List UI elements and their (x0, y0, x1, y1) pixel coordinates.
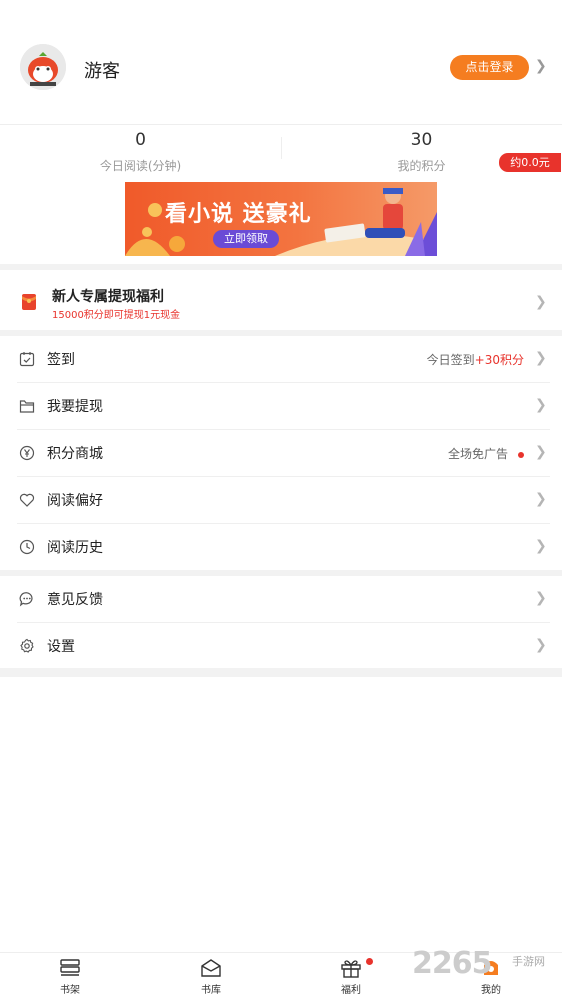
chevron-right-icon: ❯ (535, 294, 547, 310)
tab-library[interactable]: 书库 (181, 957, 241, 996)
profile-header: 游客 点击登录 ❯ (0, 0, 562, 125)
chevron-right-icon[interactable]: ❯ (535, 58, 547, 74)
today-reading-stat[interactable]: 0 今日阅读(分钟) (0, 125, 281, 174)
new-user-withdraw-promo[interactable]: 新人专属提现福利 15000积分即可提现1元现金 ❯ (0, 270, 562, 332)
menu-item-reading-history[interactable]: 阅读历史 ❯ (0, 524, 562, 571)
chevron-right-icon: ❯ (535, 590, 547, 606)
mascot-icon (20, 44, 66, 90)
menu-item-points-mall[interactable]: 积分商城 全场免广告 ❯ (0, 430, 562, 477)
menu-item-checkin[interactable]: 签到 今日签到+30积分 ❯ (0, 336, 562, 383)
menu-label: 积分商城 (47, 446, 103, 462)
checkin-hint: 今日签到+30积分 (427, 351, 524, 368)
section-gap (0, 668, 562, 677)
chevron-right-icon: ❯ (535, 491, 547, 507)
chat-bubble-icon (19, 592, 33, 607)
gear-icon (20, 638, 34, 653)
red-envelope-icon (22, 294, 36, 310)
calendar-check-icon (19, 352, 35, 367)
checkin-points: +30积分 (474, 353, 524, 367)
bookshelf-icon (60, 959, 80, 976)
banner-claim-button[interactable]: 立即领取 (213, 230, 279, 248)
chevron-right-icon: ❯ (535, 538, 547, 554)
notification-dot (518, 451, 524, 458)
my-points-value: 30 (410, 130, 433, 150)
library-icon (201, 959, 221, 977)
watermark-logo: 2265 (412, 946, 492, 981)
username: 游客 (84, 61, 120, 82)
tab-label: 书架 (60, 985, 80, 996)
clock-icon (19, 539, 35, 555)
chevron-right-icon: ❯ (535, 397, 547, 413)
banner-title: 看小说 送豪礼 (165, 202, 312, 227)
promo-subtitle: 15000积分即可提现1元现金 (52, 310, 181, 321)
ad-free-text: 全场免广告 (447, 447, 508, 461)
watermark-subtitle: 手游网 (512, 955, 545, 968)
menu-item-withdraw[interactable]: 我要提现 ❯ (0, 383, 562, 430)
chevron-right-icon: ❯ (535, 444, 547, 460)
menu-label: 阅读偏好 (47, 493, 103, 509)
menu-item-feedback[interactable]: 意见反馈 ❯ (0, 576, 562, 623)
stats-panel: 0 今日阅读(分钟) 30 我的积分 (0, 125, 562, 177)
menu-item-reading-preference[interactable]: 阅读偏好 ❯ (0, 477, 562, 524)
heart-icon (19, 493, 35, 507)
gift-icon (341, 960, 361, 978)
promo-title: 新人专属提现福利 (52, 289, 164, 305)
menu-label: 设置 (47, 639, 75, 655)
tab-label: 书库 (201, 985, 221, 996)
money-badge: 约0.0元 (499, 153, 561, 172)
today-reading-value: 0 (135, 130, 146, 150)
tab-label: 我的 (481, 985, 501, 996)
chevron-right-icon: ❯ (535, 350, 547, 366)
menu-label: 阅读历史 (47, 540, 103, 556)
menu-label: 签到 (47, 352, 75, 368)
menu-label: 意见反馈 (47, 592, 103, 608)
login-button[interactable]: 点击登录 (450, 55, 529, 80)
ad-free-hint: 全场免广告 (448, 445, 524, 462)
avatar[interactable] (20, 44, 66, 90)
promo-banner[interactable]: 看小说 送豪礼 立即领取 (125, 182, 437, 256)
menu-item-settings[interactable]: 设置 ❯ (0, 623, 562, 670)
chevron-right-icon: ❯ (535, 637, 547, 653)
notification-dot (366, 958, 373, 965)
wallet-icon (19, 400, 35, 413)
tab-label: 福利 (341, 985, 361, 996)
checkin-hint-text: 今日签到 (426, 353, 475, 367)
tab-bookshelf[interactable]: 书架 (40, 957, 100, 996)
menu-label: 我要提现 (47, 399, 103, 415)
yen-coin-icon (19, 445, 35, 461)
today-reading-label: 今日阅读(分钟) (99, 159, 182, 173)
